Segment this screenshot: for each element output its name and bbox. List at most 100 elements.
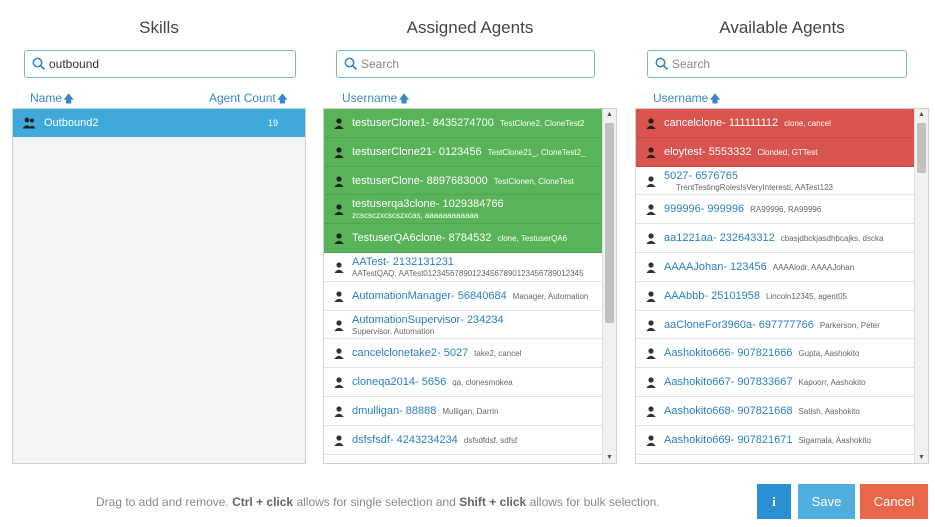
footer-help-text: Drag to add and remove. Ctrl + click all… — [96, 495, 660, 509]
assigned-agent-row[interactable]: dsfsfsdf- 4243234234 dsfsdfdsf, sdfsf — [324, 425, 602, 455]
assigned-header-username: Username — [342, 91, 398, 105]
agent-name: cloneqa2014- 5656 qa, clonesmokea — [352, 376, 513, 389]
available-scroll-thumb[interactable] — [917, 123, 926, 173]
assigned-agent-row[interactable]: testuserClone1- 8435274700 TestClone2, Cl… — [324, 109, 602, 138]
agent-name: Aashokito668- 907821668 Satish, Aashokito — [664, 404, 860, 417]
agent-name: Aashokito667- 907833667 Kapoorr, Aashokit… — [664, 376, 866, 389]
available-agent-row[interactable]: 999996- 999996 RA99996, RA99996 — [636, 195, 914, 225]
scroll-down-icon[interactable]: ▼ — [918, 454, 925, 461]
help-text-part: Drag to add and remove. — [96, 495, 233, 509]
agent-detail: dsfsdfdsf, sdfsf — [463, 435, 518, 445]
agent-detail: cbasjdbckjasdhbcajks, dscka — [780, 234, 884, 244]
help-text-shortcut: Shift + click — [459, 495, 527, 509]
agent-name: Ashok101- 87653662Ashok101, Ashok101 — [664, 463, 850, 464]
skills-sort-name[interactable]: Name🡅 — [30, 90, 74, 109]
agent-detail: Satish, Aashokito — [798, 406, 860, 416]
assigned-agent-row[interactable]: AutomationManager- 56840684 Manager, Auto… — [324, 281, 602, 311]
info-button[interactable]: i — [757, 484, 791, 519]
skills-search-input[interactable] — [49, 54, 249, 74]
person-icon — [646, 147, 656, 158]
person-icon — [334, 147, 344, 158]
scroll-down-icon[interactable]: ▼ — [606, 454, 613, 461]
available-agent-row[interactable]: Aashokito666- 907821666 Gupta, Aashokito — [636, 339, 914, 369]
help-text-shortcut: Ctrl + click — [232, 495, 294, 509]
scroll-up-icon[interactable]: ▲ — [918, 111, 925, 118]
cancel-button[interactable]: Cancel — [860, 484, 928, 519]
agent-name: Aashokito669- 907821671 Sigamala, Aashoki… — [664, 433, 871, 446]
available-agent-row[interactable]: Aashokito667- 907833667 Kapoorr, Aashokit… — [636, 368, 914, 397]
assigned-scroll-thumb[interactable] — [605, 123, 614, 323]
available-agent-list: cancelclone- 111111112 clone, cancel eloyt… — [636, 109, 914, 464]
person-icon — [646, 291, 656, 302]
save-button[interactable]: Save — [798, 484, 855, 519]
assigned-agent-row[interactable]: testuserqa3clone- 1029384766 zcscsczxcscs… — [324, 195, 602, 225]
person-icon — [334, 118, 344, 129]
available-agent-row[interactable]: Aashokito669- 907821671 Sigamala, Aashoki… — [636, 425, 914, 455]
available-search-box[interactable] — [647, 50, 907, 78]
assigned-agent-row[interactable]: cloneqa2014- 5656 qa, clonesmokea — [324, 368, 602, 397]
agent-detail: Kapoorr, Aashokito — [798, 378, 866, 388]
skills-title: Skills — [139, 18, 179, 37]
assigned-agent-row[interactable]: elroy53207- 0006666Forno, McDavid — [324, 454, 602, 464]
agent-detail: Supervisor, Automation — [352, 326, 435, 336]
available-agent-row[interactable]: Ashok101- 87653662Ashok101, Ashok101 — [636, 454, 914, 464]
assigned-agent-row[interactable]: TestuserQA6clone- 8784532 clone, Testuser… — [324, 224, 602, 253]
agent-detail: Mulligan, Darrin — [442, 406, 499, 416]
assigned-agent-row[interactable]: cancelclonetake2- 5027 take2, cancel — [324, 339, 602, 369]
agent-name: aa1221aa- 232643312 cbasjdbckjasdhbcajks,… — [664, 232, 884, 245]
person-icon — [646, 377, 656, 389]
agent-name: TestuserQA6clone- 8784532 clone, Testuser… — [352, 232, 568, 245]
assigned-scrollbar[interactable]: ▲ ▼ — [602, 109, 616, 463]
agent-name: aaCloneFor3960a- 697777766 Parkerson, Pet… — [664, 318, 880, 331]
agent-detail: TrentTestingRolesIsVeryInteresti, AATest… — [676, 182, 833, 192]
agent-name: AutomationSupervisor- 234234 — [352, 313, 504, 326]
person-icon — [646, 406, 656, 417]
person-icon — [646, 319, 656, 331]
available-scrollbar[interactable]: ▲ ▼ — [914, 109, 928, 463]
available-agent-row[interactable]: AAAAJohan- 123456 AAAAlodr, AAAAJohan — [636, 252, 914, 282]
person-icon — [334, 233, 344, 245]
available-agent-row[interactable]: Aashokito668- 907821668 Satish, Aashokito — [636, 396, 914, 426]
skills-search-box[interactable] — [24, 50, 296, 78]
agent-detail: AAAAlodr, AAAAJohan — [772, 262, 855, 272]
available-agent-row[interactable]: 5027- 6576765 TrentTestingRolesIsVeryInte… — [636, 166, 914, 196]
assigned-search-box[interactable] — [336, 50, 595, 78]
agent-name: AAAAJohan- 123456 AAAAlodr, AAAAJohan — [664, 260, 855, 273]
available-agent-row[interactable]: aa1221aa- 232643312 cbasjdbckjasdhbcajks,… — [636, 224, 914, 253]
assigned-agent-row[interactable]: AATest- 2132131231 AATestQAQ, AATest01234… — [324, 252, 602, 282]
agent-detail: TestClone21_, CloneTest2_ — [487, 147, 586, 157]
assigned-agent-row[interactable]: dmulligan- 88888 Mulligan, Darrin — [324, 396, 602, 426]
person-icon — [334, 175, 344, 187]
agent-name: testuserqa3clone- 1029384766 — [352, 198, 504, 211]
available-search-input[interactable] — [672, 54, 872, 74]
agent-detail: AATestQAQ, AATest01234567890123456789012… — [352, 268, 584, 278]
available-agent-row[interactable]: cancelclone- 111111112 clone, cancel — [636, 109, 914, 138]
available-title: Available Agents — [719, 18, 845, 37]
assigned-agent-row[interactable]: AutomationSupervisor- 234234 Supervisor, … — [324, 310, 602, 340]
assigned-agent-row[interactable]: testuserClone- 8897683000 TestClonen, Clo… — [324, 166, 602, 196]
scroll-up-icon[interactable]: ▲ — [606, 111, 613, 118]
agent-name: Aashokito666- 907821666 Gupta, Aashokito — [664, 347, 860, 360]
available-agent-row[interactable]: eloytest- 5553332 Clonded, GTTest — [636, 137, 914, 167]
person-icon — [334, 291, 344, 302]
assigned-search-input[interactable] — [361, 54, 561, 74]
agent-detail: Clonded, GTTest — [757, 147, 818, 157]
available-header-username: Username — [653, 91, 709, 105]
agent-name: 5027- 6576765 — [664, 169, 739, 182]
help-text-part: allows for bulk selection. — [526, 495, 660, 509]
agent-name: elroy53207- 0006666Forno, McDavid — [352, 463, 518, 464]
agent-detail: clone, TestuserQA6 — [497, 234, 568, 244]
available-sort-username[interactable]: Username🡅 — [653, 90, 721, 109]
assigned-sort-username[interactable]: Username🡅 — [342, 90, 410, 109]
skills-sort-agent-count[interactable]: Agent Count🡅 — [209, 90, 288, 109]
skill-item[interactable]: Outbound2 19 — [13, 109, 305, 137]
assigned-title: Assigned Agents — [406, 18, 534, 37]
available-agent-row[interactable]: aaCloneFor3960a- 697777766 Parkerson, Pet… — [636, 310, 914, 340]
available-agent-row[interactable]: AAAbbb- 25101958 Lincoln12345, agent05 — [636, 281, 914, 311]
arrow-up-icon: 🡅 — [398, 93, 410, 105]
agent-name: eloytest- 5553332 Clonded, GTTest — [664, 145, 818, 158]
agent-name: testuserClone- 8897683000 TestClonen, Clo… — [352, 174, 574, 187]
agent-detail: Sigamala, Aashokito — [798, 435, 871, 445]
assigned-agent-row[interactable]: testuserClone21- 0123456 TestClone21_, Cl… — [324, 137, 602, 167]
person-icon — [646, 118, 656, 129]
